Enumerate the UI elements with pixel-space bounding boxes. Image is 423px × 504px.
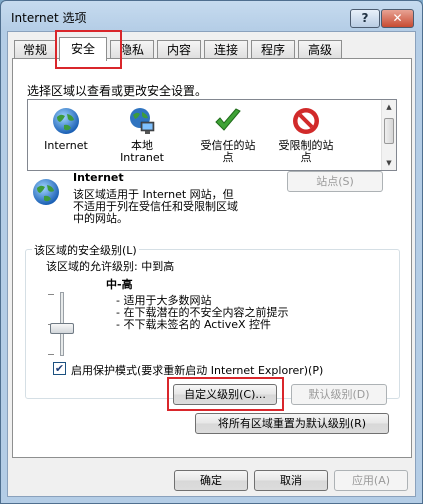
apply-button[interactable]: 应用(A): [334, 470, 408, 491]
protected-mode-label[interactable]: 启用保护模式(要求重新启动 Internet Explorer)(P): [71, 362, 323, 378]
slider-tick: [48, 294, 54, 295]
zone-prompt: 选择区域以查看或更改安全设置。: [27, 84, 208, 98]
allowed-levels-label: 该区域的允许级别: 中到高: [46, 260, 175, 273]
selected-zone-description: 该区域适用于 Internet 网站，但 不适用于列在受信任和受限制区域 中的网…: [73, 188, 238, 225]
scroll-down-icon[interactable]: ▼: [382, 156, 396, 170]
title-bar[interactable]: Internet 选项 ? ✕: [1, 1, 422, 31]
zone-trusted-sites[interactable]: 受信任的站 点: [190, 106, 266, 164]
zone-restricted-sites[interactable]: 受限制的站 点: [268, 106, 344, 164]
selected-zone-name: Internet: [73, 171, 124, 184]
scroll-up-icon[interactable]: ▲: [382, 100, 396, 114]
window-title: Internet 选项: [11, 11, 87, 25]
check-icon: [215, 108, 241, 131]
default-level-button[interactable]: 默认级别(D): [291, 384, 387, 405]
help-button[interactable]: ?: [350, 9, 380, 28]
tab-connections[interactable]: 连接: [204, 40, 248, 59]
sites-button[interactable]: 站点(S): [287, 171, 383, 192]
tab-programs[interactable]: 程序: [251, 40, 295, 59]
globe-icon: [33, 179, 59, 205]
reset-all-zones-button[interactable]: 将所有区域重置为默认级别(R): [195, 413, 389, 434]
tab-content[interactable]: 内容: [157, 40, 201, 59]
ok-button[interactable]: 确定: [174, 470, 248, 491]
security-panel: 选择区域以查看或更改安全设置。 Internet 本地 Intranet 受信任…: [12, 58, 412, 458]
zone-scrollbar[interactable]: ▲ ▼: [381, 100, 396, 170]
tab-advanced[interactable]: 高级: [298, 40, 342, 59]
zone-label: 受信任的站 点: [200, 139, 256, 164]
group-title: 该区域的安全级别(L): [32, 242, 139, 258]
zone-internet[interactable]: Internet: [28, 106, 104, 152]
internet-options-window: Internet 选项 ? ✕ 常规 安全 隐私 内容 连接 程序 高级 选择区…: [0, 0, 423, 504]
tab-general[interactable]: 常规: [14, 40, 56, 59]
custom-level-highlight: [167, 377, 284, 411]
zone-label: 受限制的站 点: [278, 139, 334, 164]
intranet-icon: [130, 108, 155, 134]
zone-label: 本地 Intranet: [120, 139, 164, 164]
protected-mode-checkbox[interactable]: ✔: [53, 362, 66, 375]
zone-list[interactable]: Internet 本地 Intranet 受信任的站 点 受限制的站 点 ▲ ▼: [27, 99, 397, 171]
zone-label: Internet: [44, 139, 88, 152]
slider-thumb[interactable]: [50, 323, 74, 334]
close-button[interactable]: ✕: [381, 9, 414, 28]
slider-tick: [48, 354, 54, 355]
zone-local-intranet[interactable]: 本地 Intranet: [104, 106, 180, 164]
cancel-button[interactable]: 取消: [254, 470, 328, 491]
dialog-body: 常规 安全 隐私 内容 连接 程序 高级 选择区域以查看或更改安全设置。 Int…: [7, 30, 416, 497]
globe-icon: [53, 108, 79, 134]
security-tab-highlight: [55, 30, 122, 69]
level-bullet: - 不下载未签名的 ActiveX 控件: [116, 318, 272, 331]
no-entry-icon: [293, 108, 319, 134]
level-name: 中-高: [106, 278, 133, 291]
scroll-thumb[interactable]: [384, 118, 394, 144]
